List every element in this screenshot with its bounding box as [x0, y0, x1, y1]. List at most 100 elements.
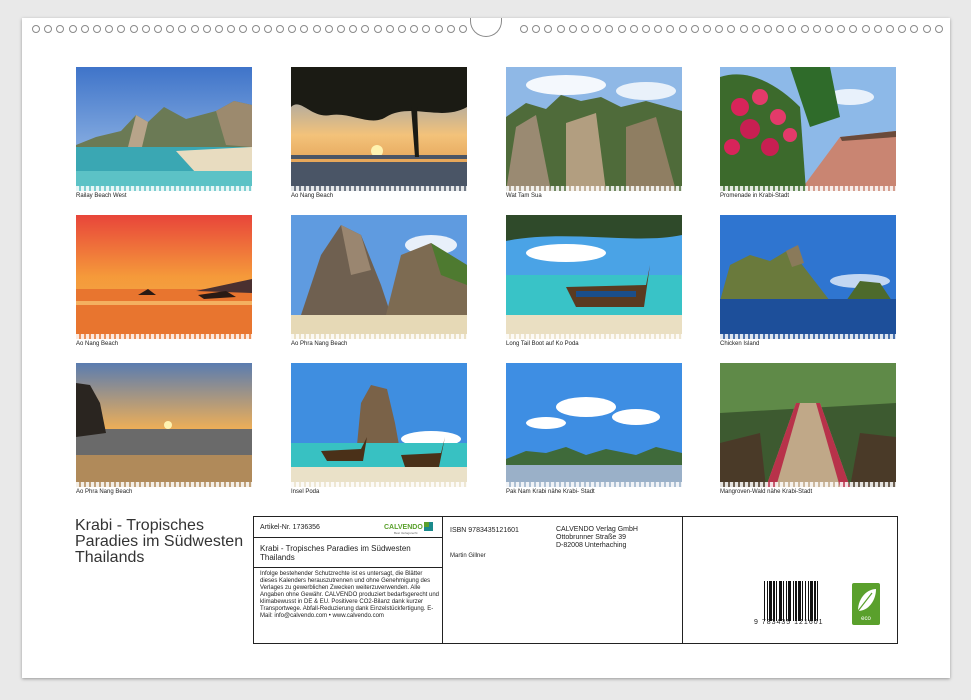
binding-hole: [568, 25, 577, 33]
binding-hole: [617, 25, 626, 33]
publisher-street: Ottobrunner Straße 39: [556, 534, 627, 541]
binding-hole: [154, 25, 162, 33]
isbn: ISBN 9783435121601: [450, 527, 519, 534]
binding-hole: [105, 25, 114, 33]
binding-hole: [202, 25, 211, 33]
binding-hole: [227, 25, 236, 33]
publisher-city: D-82008 Unterhaching: [556, 542, 627, 549]
binding-hole: [910, 25, 919, 33]
binding-hole: [837, 25, 846, 33]
photo-caption: Ao Phra Nang Beach: [291, 341, 348, 347]
photo-long-tail-boat[interactable]: [506, 215, 682, 339]
barcode-bar: [805, 581, 806, 621]
barcode-bar: [793, 581, 794, 621]
binding-hole: [886, 25, 894, 33]
photo-wat-tam-sua[interactable]: [506, 67, 682, 191]
barcode-bar: [767, 581, 768, 621]
photo-caption: Long Tail Boot auf Ko Poda: [506, 341, 579, 347]
photo-ao-nang-sunset[interactable]: [291, 67, 467, 191]
binding-hole: [764, 25, 772, 33]
binding-hole: [324, 25, 333, 33]
photo-chicken-island[interactable]: [720, 215, 896, 339]
barcode-bar: [795, 581, 797, 621]
binding-hole: [812, 25, 821, 33]
photo-caption: Railay Beach West: [76, 193, 127, 199]
legal-notice: Infolge bestehender Schutzrechte ist es …: [260, 571, 439, 619]
binding-hole: [166, 25, 175, 33]
calvendo-logo: CALVENDO Best Verlagsrecht: [384, 522, 433, 535]
photo-ao-phra-nang-sunset[interactable]: [76, 363, 252, 487]
binding-hole: [129, 25, 138, 33]
binding-hole: [56, 25, 65, 33]
barcode-bar: [776, 581, 777, 621]
barcode-bar: [802, 581, 803, 621]
binding-hole: [398, 25, 406, 33]
binding-hole: [715, 25, 724, 33]
binding-hole: [141, 25, 150, 33]
binding-hole: [788, 25, 797, 33]
barcode-bar: [810, 581, 813, 621]
eco-label: eco: [861, 616, 871, 622]
binding-hole: [520, 25, 528, 33]
binding-hole: [422, 25, 431, 33]
photo-caption: Mangroven-Wald nähe Krabi-Stadt: [720, 489, 813, 495]
photo-pak-nam-krabi[interactable]: [506, 363, 682, 487]
svg-text:Best Verlagsrecht: Best Verlagsrecht: [394, 531, 418, 535]
info-box: Artikel-Nr. 1736356 CALVENDO Best Verlag…: [253, 516, 898, 644]
binding-hole: [678, 25, 687, 33]
binding-hole: [776, 25, 785, 33]
binding-hole: [117, 25, 126, 33]
photo-ao-phra-nang-rock[interactable]: [291, 215, 467, 339]
photo-insel-poda[interactable]: [291, 363, 467, 487]
binding-hole: [190, 25, 199, 33]
photo-caption: Ao Nang Beach: [76, 341, 119, 347]
binding-hole: [898, 25, 907, 33]
photo-caption: Ao Phra Nang Beach: [76, 489, 133, 495]
binding-hole: [593, 25, 602, 33]
barcode-bar: [769, 581, 772, 621]
barcode-bar: [773, 581, 775, 621]
binding-hole: [263, 25, 272, 33]
binding-hole: [544, 25, 553, 33]
barcode-digits: 9 783435 121601: [754, 619, 824, 626]
binding-hole: [727, 25, 736, 33]
binding-hole: [215, 25, 223, 33]
barcode-bar: [808, 581, 809, 621]
binding-hole: [349, 25, 358, 33]
binding-hole: [703, 25, 711, 33]
binding-hole: [642, 25, 650, 33]
binding-hole: [934, 25, 943, 33]
binding-hole: [459, 25, 467, 33]
binding-hole: [373, 25, 382, 33]
photo-caption: Chicken Island: [720, 341, 760, 347]
barcode-bar: [786, 581, 787, 621]
photo-caption: Wat Tam Sua: [506, 193, 542, 199]
binding-hole: [873, 25, 882, 33]
binding-hole: [385, 25, 394, 33]
photo-railay-beach-west[interactable]: [76, 67, 252, 191]
binding-hole: [251, 25, 260, 33]
binding-hole: [532, 25, 541, 33]
barcode-bar: [788, 581, 791, 621]
calendar-title: Krabi - Tropisches Paradies im Südwesten…: [75, 517, 244, 566]
binding-hole: [581, 25, 589, 33]
binding-hole: [849, 25, 858, 33]
binding-hole: [690, 25, 699, 33]
binding-hole: [629, 25, 638, 33]
barcode-bar: [798, 581, 801, 621]
binding-hole: [751, 25, 760, 33]
photo-caption: Insel Poda: [291, 489, 320, 495]
binding-hole: [80, 25, 89, 33]
photo-ao-nang-orange-sunset[interactable]: [76, 215, 252, 339]
barcode-bar: [783, 581, 784, 621]
article-number: Artikel-Nr. 1736356: [260, 524, 320, 531]
photo-promenade-krabi[interactable]: [720, 67, 896, 191]
calendar-subtitle: Krabi - Tropisches Paradies im Südwesten…: [260, 544, 411, 562]
binding-hole: [739, 25, 748, 33]
binding-hole: [654, 25, 663, 33]
binding-hole: [361, 25, 370, 33]
binding-hole: [446, 25, 455, 33]
barcode-bar: [814, 581, 816, 621]
binding-hole: [276, 25, 284, 33]
photo-mangrove-forest[interactable]: [720, 363, 896, 487]
